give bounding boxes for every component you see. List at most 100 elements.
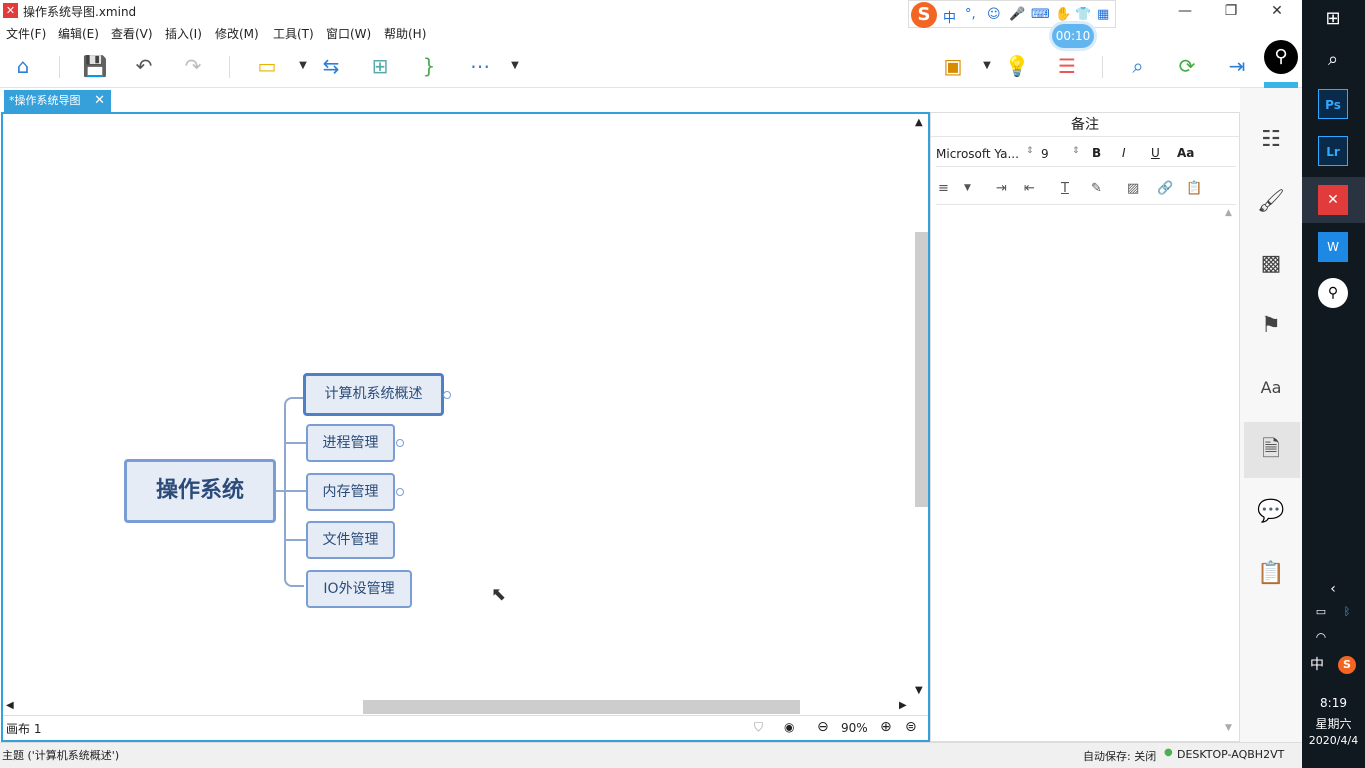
undo-icon[interactable]: ↶	[129, 52, 159, 80]
tab-document[interactable]: *操作系统导图 ✕	[4, 90, 111, 112]
export-icon[interactable]: ⇥	[1222, 52, 1252, 80]
underline-button[interactable]: U	[1151, 146, 1160, 160]
presentation-dropdown-icon[interactable]: ▼	[972, 52, 1002, 80]
save-icon[interactable]: 💾	[80, 52, 110, 80]
ime-menu-icon[interactable]: ▦	[1097, 7, 1109, 22]
photoshop-icon[interactable]: Ps	[1318, 89, 1348, 119]
sheet-tab[interactable]: 画布 1	[6, 720, 41, 737]
tab-close-icon[interactable]: ✕	[94, 90, 105, 112]
menu-window[interactable]: 窗口(W)	[326, 25, 371, 42]
outdent-icon[interactable]: ⇤	[1024, 181, 1035, 196]
more-dropdown-icon[interactable]: ▼	[500, 52, 530, 80]
font-size-select[interactable]: 9	[1041, 147, 1049, 161]
scroll-right-icon[interactable]: ▶	[899, 700, 907, 711]
autosave-status[interactable]: 自动保存: 关闭	[1083, 748, 1156, 764]
topic-process[interactable]: 进程管理	[306, 424, 395, 462]
clock-time[interactable]: 8:19	[1302, 696, 1365, 710]
bluetooth-icon[interactable]: ᛒ	[1332, 597, 1362, 627]
font-family-select[interactable]: Microsoft Ya...	[936, 147, 1019, 161]
notes-scrollbar[interactable]: ▲ ▼	[1224, 208, 1237, 738]
menu-edit[interactable]: 编辑(E)	[58, 25, 99, 42]
windows-start-icon[interactable]: ⊞	[1318, 4, 1348, 34]
outline-icon[interactable]: ☷	[1254, 123, 1288, 157]
font-spinner-icon[interactable]: ⇕	[1026, 146, 1034, 156]
indent-icon[interactable]: ⇥	[996, 181, 1007, 196]
menu-file[interactable]: 文件(F)	[6, 25, 46, 42]
align-left-icon[interactable]: ≡	[938, 181, 949, 196]
more-icon[interactable]: ⋯	[465, 52, 495, 80]
notes-icon[interactable]: 🗎	[1254, 433, 1288, 467]
text-case-button[interactable]: Aa	[1177, 146, 1194, 160]
scroll-down-icon[interactable]: ▼	[1225, 723, 1232, 733]
brainstorm-icon[interactable]: 💡	[1002, 52, 1032, 80]
bold-button[interactable]: B	[1092, 146, 1101, 160]
clear-format-icon[interactable]: T	[1061, 181, 1069, 196]
share-icon[interactable]: ⟳	[1172, 52, 1202, 80]
wifi-icon[interactable]: ◠	[1306, 622, 1336, 652]
maximize-button[interactable]: ❐	[1208, 0, 1254, 22]
image-icon[interactable]: ▨	[1127, 181, 1139, 196]
fit-icon[interactable]: ⊜	[905, 719, 917, 735]
minimize-button[interactable]: —	[1162, 0, 1208, 22]
ime-indicator[interactable]: 中	[1302, 650, 1332, 680]
menu-modify[interactable]: 修改(M)	[215, 25, 259, 42]
expand-icon[interactable]	[396, 439, 404, 447]
search-icon[interactable]: ⌕	[1123, 52, 1153, 80]
zoom-in-icon[interactable]: ⊕	[880, 719, 892, 735]
xmind-taskbar-icon[interactable]: ✕	[1318, 185, 1348, 215]
topic-icon[interactable]: ▭	[252, 52, 282, 80]
lightroom-icon[interactable]: Lr	[1318, 136, 1348, 166]
ime-hand-icon[interactable]: ✋	[1055, 7, 1071, 22]
wps-icon[interactable]: W	[1318, 232, 1348, 262]
italic-button[interactable]: I	[1122, 146, 1126, 160]
eye-icon[interactable]: ◉	[784, 720, 794, 734]
pin-app-icon[interactable]: ⚲	[1318, 278, 1348, 308]
ime-punctuation-icon[interactable]: °,	[965, 7, 976, 22]
topic-dropdown-icon[interactable]: ▼	[288, 52, 318, 80]
task-icon[interactable]: 📋	[1254, 557, 1288, 591]
central-topic[interactable]: 操作系统	[124, 459, 276, 523]
structure-icon[interactable]: ⊞	[365, 52, 395, 80]
ime-voice-icon[interactable]: 🎤	[1009, 7, 1025, 22]
menu-help[interactable]: 帮助(H)	[384, 25, 426, 42]
menu-insert[interactable]: 插入(I)	[165, 25, 202, 42]
mindmap-canvas[interactable]: 操作系统 计算机系统概述 进程管理 内存管理 文件管理 IO外设管理 ⬉ ▲ ▼…	[1, 112, 930, 742]
ime-keyboard-icon[interactable]: ⌨	[1031, 7, 1050, 22]
topic-memory[interactable]: 内存管理	[306, 473, 395, 511]
clock-weekday[interactable]: 星期六	[1302, 715, 1365, 732]
ime-skin-icon[interactable]: 👕	[1075, 7, 1091, 22]
sogou-tray-icon[interactable]: S	[1338, 656, 1356, 674]
relationship-icon[interactable]: ⇆	[316, 52, 346, 80]
home-icon[interactable]: ⌂	[8, 52, 38, 80]
marker-flag-icon[interactable]: ⚑	[1254, 309, 1288, 343]
clock-date[interactable]: 2020/4/4	[1302, 734, 1365, 747]
expand-icon[interactable]	[443, 391, 451, 399]
align-dropdown-icon[interactable]: ▼	[964, 183, 971, 193]
topic-overview[interactable]: 计算机系统概述	[303, 373, 444, 416]
filter-icon[interactable]: ⛉	[754, 720, 763, 735]
topic-io[interactable]: IO外设管理	[306, 570, 412, 608]
horizontal-scroll-thumb[interactable]	[363, 700, 800, 714]
gantt-icon[interactable]: ☰	[1052, 52, 1082, 80]
close-button[interactable]: ✕	[1254, 0, 1300, 22]
ime-emoji-icon[interactable]: ☺	[987, 7, 1001, 22]
scroll-up-icon[interactable]: ▲	[915, 117, 923, 128]
scroll-left-icon[interactable]: ◀	[6, 700, 14, 711]
redo-icon[interactable]: ↷	[178, 52, 208, 80]
expand-icon[interactable]	[396, 488, 404, 496]
highlight-icon[interactable]: ✎	[1091, 181, 1102, 196]
text-style-icon[interactable]: Aa	[1254, 371, 1288, 405]
menu-tools[interactable]: 工具(T)	[273, 25, 314, 42]
image-panel-icon[interactable]: ▩	[1254, 247, 1288, 281]
summary-icon[interactable]: }	[414, 52, 444, 80]
zoom-out-icon[interactable]: ⊖	[817, 719, 829, 735]
search-icon[interactable]: ⌕	[1318, 45, 1348, 75]
scroll-up-icon[interactable]: ▲	[1225, 208, 1232, 218]
horizontal-scrollbar[interactable]: ◀ ▶	[6, 699, 911, 715]
topic-file[interactable]: 文件管理	[306, 521, 395, 559]
pin-badge-icon[interactable]: ⚲	[1264, 40, 1298, 74]
comment-icon[interactable]: 💬	[1254, 495, 1288, 529]
size-spinner-icon[interactable]: ⇕	[1072, 146, 1080, 156]
scroll-down-icon[interactable]: ▼	[915, 685, 923, 696]
menu-view[interactable]: 查看(V)	[111, 25, 153, 42]
